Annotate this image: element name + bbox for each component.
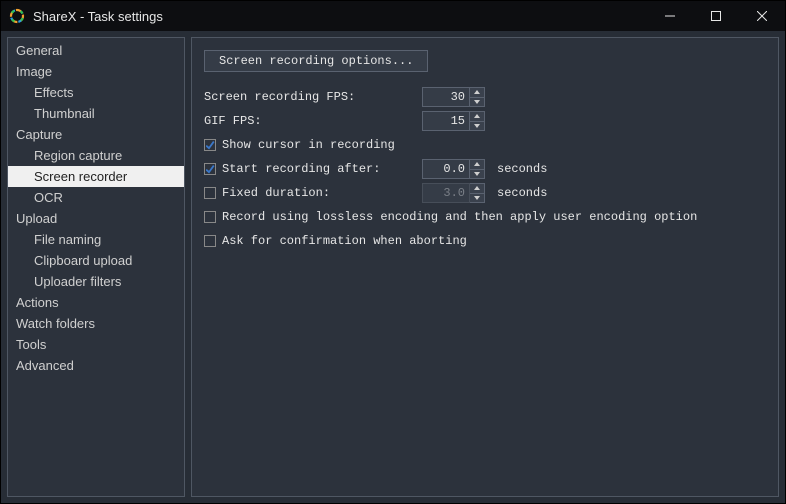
start-after-label: Start recording after: [222, 162, 380, 176]
minimize-button[interactable] [647, 1, 693, 31]
fixed-duration-checkbox[interactable] [204, 187, 216, 199]
close-button[interactable] [739, 1, 785, 31]
sidebar-item-effects[interactable]: Effects [8, 82, 184, 103]
sharex-logo-icon [9, 8, 25, 24]
show-cursor-label: Show cursor in recording [222, 138, 395, 152]
window-controls [647, 1, 785, 31]
screen-recording-options-button[interactable]: Screen recording options... [204, 50, 428, 72]
sidebar-item-screen-recorder[interactable]: Screen recorder [8, 166, 184, 187]
start-after-spin-down[interactable] [470, 170, 484, 179]
fps-spin-up[interactable] [470, 88, 484, 98]
fps-spinner[interactable] [470, 87, 485, 107]
sidebar-item-region-capture[interactable]: Region capture [8, 145, 184, 166]
gif-fps-spin-up[interactable] [470, 112, 484, 122]
start-after-spin-up[interactable] [470, 160, 484, 170]
ask-confirm-label: Ask for confirmation when aborting [222, 234, 467, 248]
fps-label: Screen recording FPS: [204, 90, 355, 104]
lossless-label: Record using lossless encoding and then … [222, 210, 697, 224]
start-after-suffix: seconds [497, 162, 547, 176]
chevron-down-icon [474, 100, 480, 104]
sidebar-item-thumbnail[interactable]: Thumbnail [8, 103, 184, 124]
main-panel: Screen recording options... Screen recor… [191, 37, 779, 497]
sidebar-item-general[interactable]: General [8, 40, 184, 61]
sidebar-item-file-naming[interactable]: File naming [8, 229, 184, 250]
fps-input[interactable]: 30 [422, 87, 470, 107]
ask-confirm-checkbox[interactable] [204, 235, 216, 247]
sidebar-item-image[interactable]: Image [8, 61, 184, 82]
gif-fps-input[interactable]: 15 [422, 111, 470, 131]
fps-spin-down[interactable] [470, 98, 484, 107]
maximize-button[interactable] [693, 1, 739, 31]
body: General Image Effects Thumbnail Capture … [1, 31, 785, 503]
window: ShareX - Task settings General Image Eff… [0, 0, 786, 504]
fixed-duration-input: 3.0 [422, 183, 470, 203]
start-after-input[interactable]: 0.0 [422, 159, 470, 179]
chevron-up-icon [474, 186, 480, 190]
fixed-duration-label: Fixed duration: [222, 186, 330, 200]
sidebar-item-capture[interactable]: Capture [8, 124, 184, 145]
gif-fps-spin-down[interactable] [470, 122, 484, 131]
fixed-duration-spinner [470, 183, 485, 203]
chevron-up-icon [474, 162, 480, 166]
show-cursor-checkbox[interactable] [204, 139, 216, 151]
fixed-duration-spin-down [470, 194, 484, 203]
sidebar-item-ocr[interactable]: OCR [8, 187, 184, 208]
sidebar-item-advanced[interactable]: Advanced [8, 355, 184, 376]
sidebar-item-watch-folders[interactable]: Watch folders [8, 313, 184, 334]
sidebar-item-tools[interactable]: Tools [8, 334, 184, 355]
sidebar-item-actions[interactable]: Actions [8, 292, 184, 313]
chevron-down-icon [474, 124, 480, 128]
titlebar: ShareX - Task settings [1, 1, 785, 31]
fixed-duration-suffix: seconds [497, 186, 547, 200]
gif-fps-spinner[interactable] [470, 111, 485, 131]
start-after-spinner[interactable] [470, 159, 485, 179]
chevron-down-icon [474, 196, 480, 200]
gif-fps-label: GIF FPS: [204, 114, 262, 128]
chevron-up-icon [474, 90, 480, 94]
chevron-down-icon [474, 172, 480, 176]
start-after-checkbox[interactable] [204, 163, 216, 175]
window-title: ShareX - Task settings [33, 9, 163, 24]
chevron-up-icon [474, 114, 480, 118]
sidebar-item-uploader-filters[interactable]: Uploader filters [8, 271, 184, 292]
sidebar-item-clipboard-upload[interactable]: Clipboard upload [8, 250, 184, 271]
sidebar-item-upload[interactable]: Upload [8, 208, 184, 229]
fixed-duration-spin-up [470, 184, 484, 194]
sidebar: General Image Effects Thumbnail Capture … [7, 37, 185, 497]
lossless-checkbox[interactable] [204, 211, 216, 223]
